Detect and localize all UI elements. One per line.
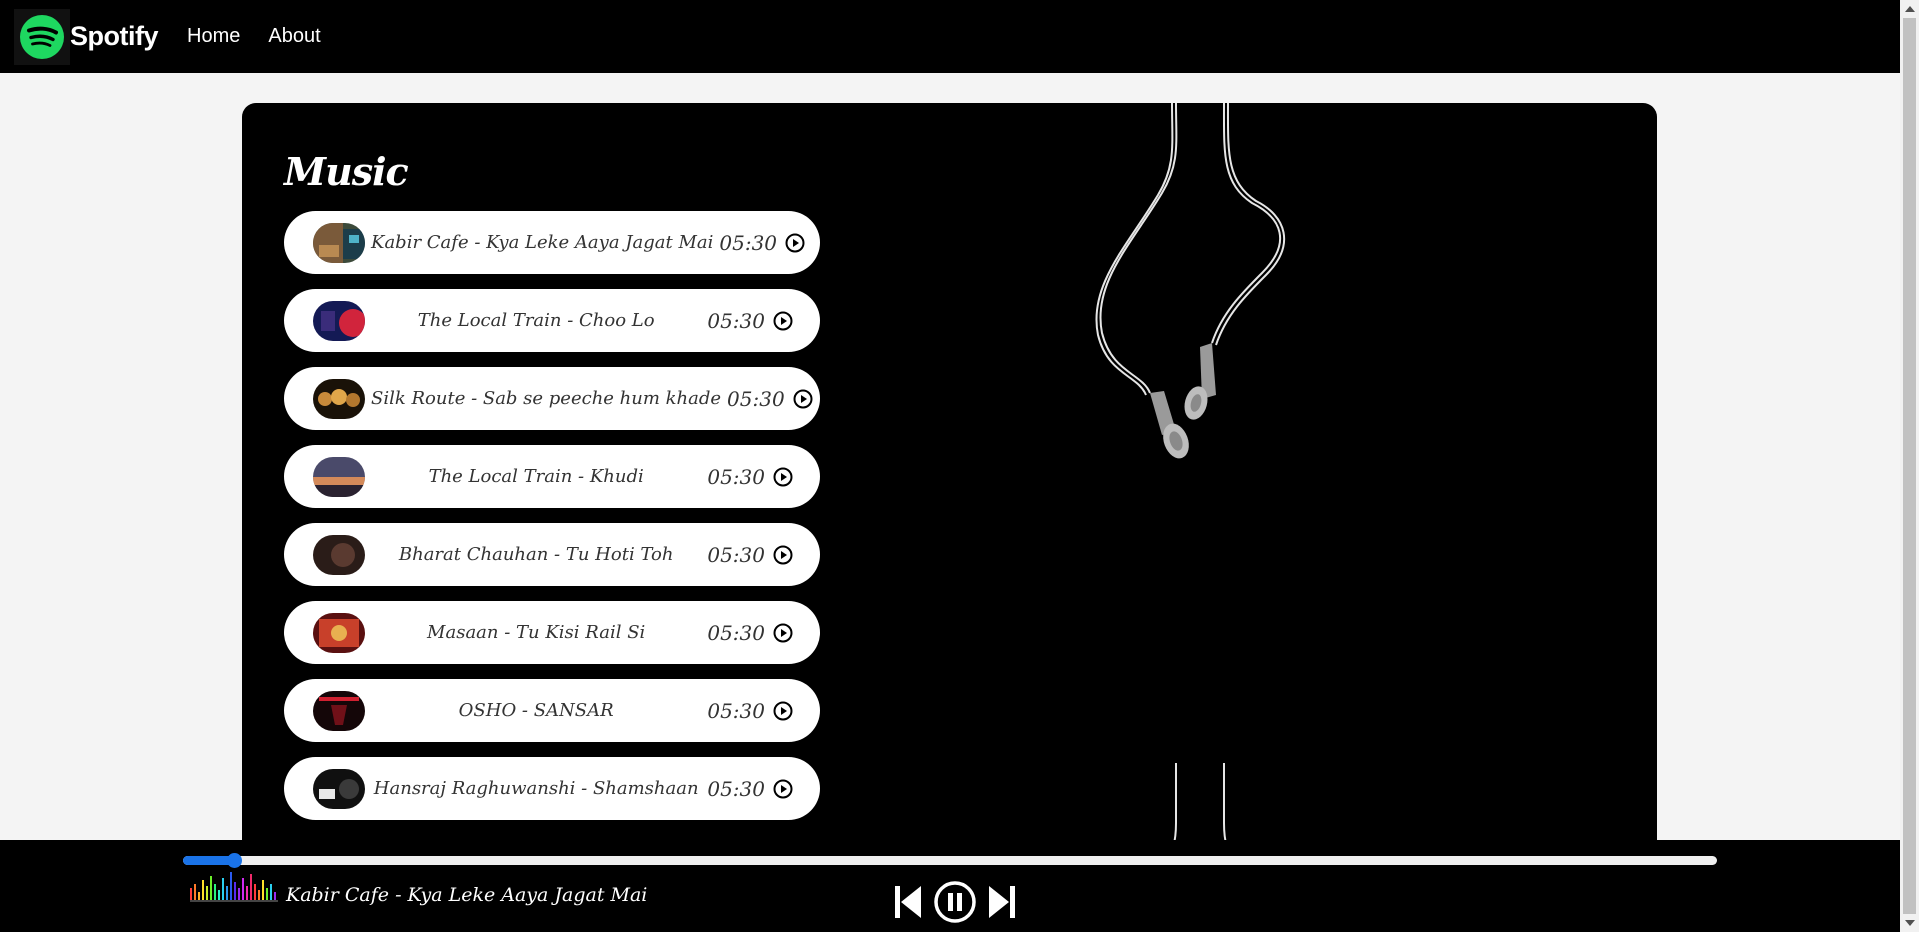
song-name: The Local Train - Khudi	[428, 466, 644, 487]
song-duration: 05:30	[727, 386, 785, 411]
song-item[interactable]: Bharat Chauhan - Tu Hoti Toh 05:30	[284, 523, 820, 586]
circle-play-icon[interactable]	[773, 623, 793, 643]
page-scrollbar[interactable]	[1900, 0, 1919, 932]
song-name: Silk Route - Sab se peeche hum khade	[371, 388, 722, 409]
song-duration: 05:30	[707, 308, 765, 333]
song-duration: 05:30	[707, 698, 765, 723]
song-cover-image	[313, 222, 365, 263]
song-duration: 05:30	[707, 776, 765, 801]
song-cover-image	[313, 768, 365, 809]
song-item[interactable]: Silk Route - Sab se peeche hum khade 05:…	[284, 367, 820, 430]
song-cover-image	[313, 690, 365, 731]
song-duration: 05:30	[707, 542, 765, 567]
circle-play-icon[interactable]	[785, 233, 805, 253]
song-item[interactable]: The Local Train - Khudi 05:30	[284, 445, 820, 508]
progress-slider[interactable]	[183, 853, 1717, 868]
brand-name: Spotify	[70, 21, 159, 51]
music-container: Music Kabir Cafe - Kya Leke Aaya Jagat M…	[242, 103, 1657, 863]
equalizer-animation-icon	[190, 872, 278, 902]
circle-play-icon[interactable]	[773, 467, 793, 487]
song-item[interactable]: Kabir Cafe - Kya Leke Aaya Jagat Mai 05:…	[284, 211, 820, 274]
song-name: The Local Train - Choo Lo	[417, 310, 655, 331]
spotify-logo-icon	[14, 8, 70, 65]
nav-link-about[interactable]: About	[268, 25, 320, 48]
player-bar: Kabir Cafe - Kya Leke Aaya Jagat Mai	[0, 840, 1900, 932]
skip-next-icon[interactable]	[987, 884, 1017, 920]
song-name: Hansraj Raghuwanshi - Shamshaan	[373, 778, 699, 799]
song-name: Masaan - Tu Kisi Rail Si	[427, 622, 646, 643]
circle-play-icon[interactable]	[773, 545, 793, 565]
page-title: Music	[284, 149, 409, 194]
brand[interactable]: Spotify	[14, 8, 159, 65]
skip-previous-icon[interactable]	[893, 884, 923, 920]
scroll-up-icon[interactable]	[1905, 6, 1915, 12]
circle-pause-icon[interactable]	[933, 880, 977, 924]
song-name: Bharat Chauhan - Tu Hoti Toh	[398, 544, 674, 565]
song-list: Kabir Cafe - Kya Leke Aaya Jagat Mai 05:…	[284, 211, 820, 835]
circle-play-icon[interactable]	[773, 311, 793, 331]
nav-link-home[interactable]: Home	[187, 25, 240, 48]
song-cover-image	[313, 378, 365, 419]
song-duration: 05:30	[707, 464, 765, 489]
scroll-down-icon[interactable]	[1905, 920, 1915, 926]
song-name: Kabir Cafe - Kya Leke Aaya Jagat Mai	[371, 232, 714, 253]
scrollbar-thumb[interactable]	[1903, 18, 1916, 914]
now-playing-title: Kabir Cafe - Kya Leke Aaya Jagat Mai	[286, 884, 648, 906]
song-name: OSHO - SANSAR	[458, 700, 614, 721]
song-cover-image	[313, 612, 365, 653]
circle-play-icon[interactable]	[793, 389, 813, 409]
song-cover-image	[313, 456, 365, 497]
song-cover-image	[313, 534, 365, 575]
circle-play-icon[interactable]	[773, 701, 793, 721]
song-item[interactable]: Masaan - Tu Kisi Rail Si 05:30	[284, 601, 820, 664]
player-controls	[893, 880, 1017, 924]
song-item[interactable]: OSHO - SANSAR 05:30	[284, 679, 820, 742]
song-duration: 05:30	[707, 620, 765, 645]
circle-play-icon[interactable]	[773, 779, 793, 799]
navbar: Spotify Home About	[0, 0, 1900, 73]
song-item[interactable]: The Local Train - Choo Lo 05:30	[284, 289, 820, 352]
song-cover-image	[313, 300, 365, 341]
song-duration: 05:30	[719, 230, 778, 255]
song-item[interactable]: Hansraj Raghuwanshi - Shamshaan 05:30	[284, 757, 820, 820]
earphones-illustration	[1095, 103, 1285, 863]
